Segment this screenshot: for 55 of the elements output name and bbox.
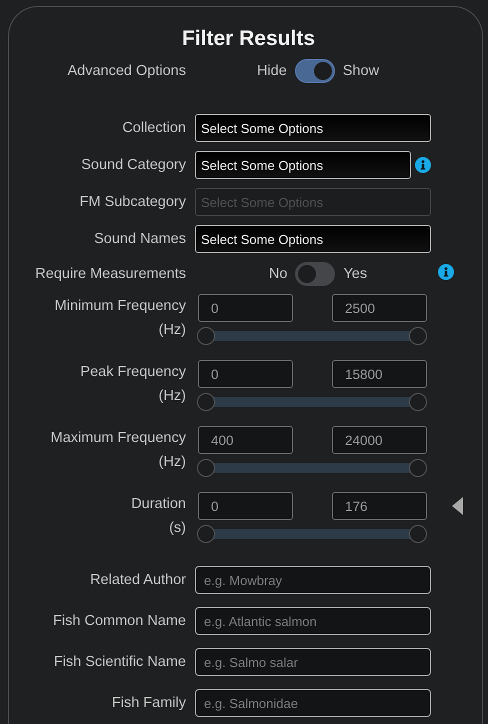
on-label: Yes [343, 266, 368, 282]
slider-thumb[interactable] [409, 525, 427, 543]
unit-label: (Hz) [158, 453, 186, 472]
toggle-switch[interactable] [294, 59, 335, 83]
slider-thumb[interactable] [409, 327, 427, 345]
multi-select-field[interactable]: Select Some Options [195, 225, 431, 253]
text-field[interactable]: e.g. Mowbray [195, 566, 431, 594]
field-label: Maximum Frequency [50, 429, 186, 448]
text-field[interactable]: e.g. Salmo salar [195, 648, 431, 676]
multi-select-field[interactable]: Select Some Options [195, 151, 411, 179]
max-input[interactable]: 15800 [332, 360, 427, 388]
slider-thumb[interactable] [197, 459, 215, 477]
range-slider[interactable] [197, 327, 427, 345]
text-field[interactable]: e.g. Atlantic salmon [195, 607, 431, 635]
slider-thumb[interactable] [197, 393, 215, 411]
off-label: No [268, 266, 288, 282]
min-input[interactable]: 0 [198, 492, 293, 520]
unit-label: (Hz) [158, 321, 186, 340]
field-label: Fish Common Name [52, 613, 186, 629]
min-input[interactable]: 0 [198, 360, 293, 388]
max-input[interactable]: 2500 [332, 294, 427, 322]
max-input[interactable]: 24000 [332, 426, 427, 454]
slider-thumb[interactable] [197, 525, 215, 543]
field-label: Minimum Frequency [54, 297, 186, 316]
off-label: Hide [256, 63, 287, 79]
field-label: Fish Scientific Name [52, 654, 186, 670]
range-slider[interactable] [197, 525, 427, 543]
field-label: Fish Family [110, 695, 186, 711]
field-label: Require Measurements [34, 266, 186, 282]
toggle-switch[interactable] [295, 262, 336, 286]
on-label: Show [342, 63, 380, 79]
field-label: FM Subcategory [78, 194, 186, 210]
slider-thumb[interactable] [197, 327, 215, 345]
field-label: Advanced Options [66, 63, 186, 79]
field-label: Duration [131, 495, 186, 514]
range-slider[interactable] [197, 459, 427, 477]
unit-label: (Hz) [158, 387, 186, 406]
unit-label: (s) [169, 519, 186, 538]
field-label: Sound Category [80, 157, 186, 173]
field-label: Peak Frequency [80, 363, 186, 382]
field-label: Related Author [89, 572, 186, 588]
range-slider[interactable] [197, 393, 427, 411]
info-icon[interactable] [415, 157, 431, 173]
max-input[interactable]: 176 [332, 492, 427, 520]
multi-select-field[interactable]: Select Some Options [195, 114, 431, 142]
left-triangle-icon[interactable] [452, 497, 463, 515]
min-input[interactable]: 400 [198, 426, 293, 454]
field-label: Sound Names [93, 231, 186, 247]
panel-title: Filter Results [180, 26, 316, 52]
min-input[interactable]: 0 [198, 294, 293, 322]
slider-thumb[interactable] [409, 459, 427, 477]
info-icon[interactable] [438, 264, 454, 280]
field-label: Collection [121, 120, 186, 136]
text-field[interactable]: e.g. Salmonidae [195, 689, 431, 717]
slider-thumb[interactable] [409, 393, 427, 411]
